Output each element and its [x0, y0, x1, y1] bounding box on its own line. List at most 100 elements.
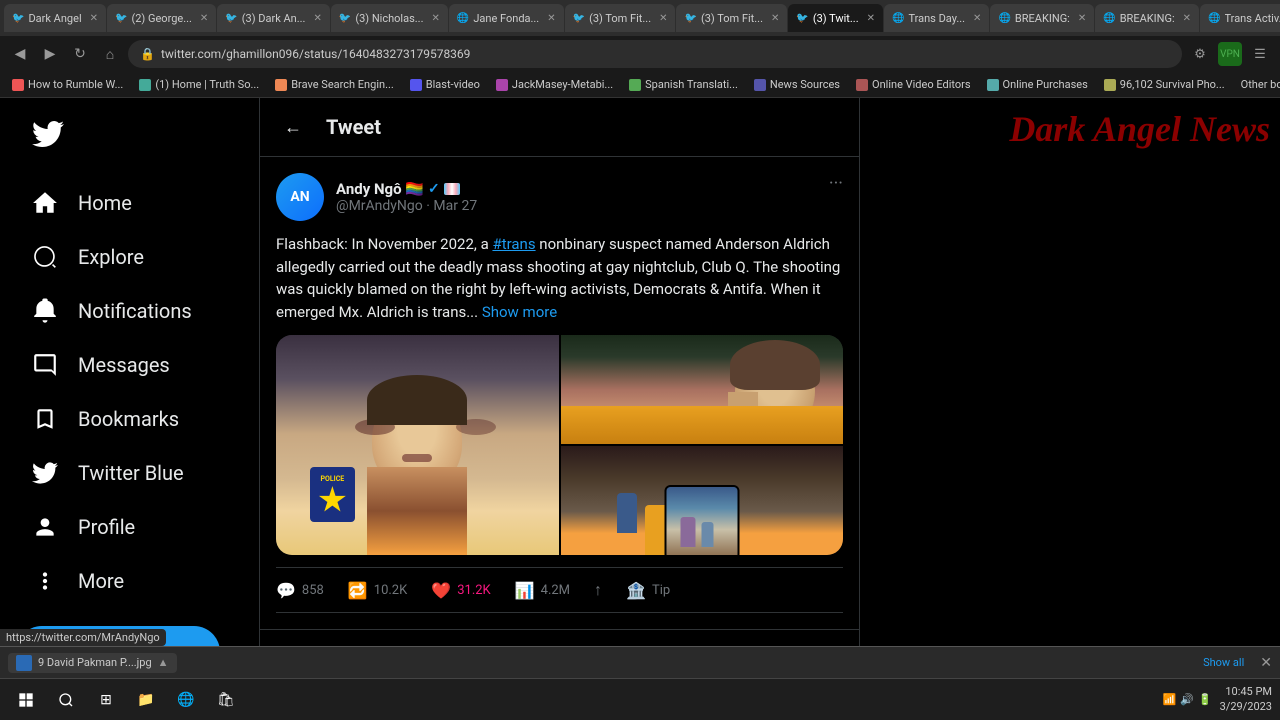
bookmark-purchases[interactable]: Online Purchases — [983, 76, 1092, 93]
search-taskbar-button[interactable] — [48, 682, 84, 718]
tip-icon: 🏦 — [626, 581, 646, 600]
bookmark-label: How to Rumble W... — [28, 78, 123, 91]
bookmark-news[interactable]: News Sources — [750, 76, 844, 93]
like-action[interactable]: ❤️ 31.2K — [431, 581, 490, 600]
trans-flag-badge — [444, 183, 460, 195]
menu-btn[interactable]: ☰ — [1248, 42, 1272, 66]
bookmark-label: Blast-video — [426, 78, 480, 91]
sidebar-item-profile[interactable]: Profile — [16, 502, 243, 552]
download-item[interactable]: 9 David Pakman P....jpg ▲ — [8, 653, 177, 673]
author-name: Andy Ngô 🏳️‍🌈 ✓ — [336, 180, 477, 198]
tweet-text: Flashback: In November 2022, a #trans no… — [276, 233, 843, 323]
show-more-link[interactable]: Show more — [482, 303, 557, 321]
tweet-image-left[interactable]: POLICE — [276, 335, 559, 555]
browser-controls: ◀ ▶ ↻ ⌂ 🔒 twitter.com/ghamillon096/statu… — [0, 36, 1280, 72]
main-tweet: AN Andy Ngô 🏳️‍🌈 ✓ @MrAndyNgo · — [260, 157, 859, 630]
tab-tom-fit-1[interactable]: 🐦 (3) Tom Fit... ✕ — [565, 4, 676, 32]
sidebar-item-explore[interactable]: Explore — [16, 232, 243, 282]
clock-time: 10:45 PM — [1220, 685, 1272, 699]
bookmark-brave[interactable]: Brave Search Engin... — [271, 76, 398, 93]
tweet-more-button[interactable]: ··· — [829, 173, 843, 194]
download-bar: 9 David Pakman P....jpg ▲ Show all ✕ — [0, 646, 1280, 678]
file-explorer-button[interactable]: 📁 — [128, 682, 164, 718]
author-info: AN Andy Ngô 🏳️‍🌈 ✓ @MrAndyNgo · — [276, 173, 477, 221]
tab-breaking-1[interactable]: 🌐 BREAKING: ✕ — [990, 4, 1094, 32]
mail-icon — [32, 352, 58, 378]
tab-nicholas[interactable]: 🐦 (3) Nicholas... ✕ — [331, 4, 448, 32]
bookmark-jack[interactable]: JackMasey-Metabi... — [492, 76, 617, 93]
vpn-btn[interactable]: VPN — [1218, 42, 1242, 66]
tweet-image-right-top[interactable] — [561, 335, 844, 444]
bookmark-spanish[interactable]: Spanish Translati... — [625, 76, 742, 93]
author-details: Andy Ngô 🏳️‍🌈 ✓ @MrAndyNgo · Mar 27 — [336, 180, 477, 214]
sidebar-item-notifications[interactable]: Notifications — [16, 286, 243, 336]
tab-george[interactable]: 🐦 (2) George... ✕ — [107, 4, 216, 32]
store-button[interactable]: 🛍 — [208, 682, 244, 718]
browser-taskbar-button[interactable]: 🌐 — [168, 682, 204, 718]
bookmark-other[interactable]: Other bookmarks — [1237, 76, 1280, 93]
bookmark-label: 96,102 Survival Pho... — [1120, 78, 1225, 91]
views-action[interactable]: 📊 4.2M — [515, 581, 570, 600]
tab-dark-an[interactable]: 🐦 (3) Dark An... ✕ — [217, 4, 330, 32]
bookmark-rumble[interactable]: How to Rumble W... — [8, 76, 127, 93]
back-button[interactable]: ← — [276, 110, 310, 144]
extensions-btn[interactable]: ⚙ — [1188, 42, 1212, 66]
comment-action[interactable]: 💬 858 — [276, 581, 324, 600]
tweet-actions: 💬 858 🔁 10.2K ❤️ 31.2K 📊 4.2M — [276, 567, 843, 613]
bookmark-blast[interactable]: Blast-video — [406, 76, 484, 93]
verified-badge: ✓ — [428, 181, 440, 197]
tweet-page-title: Tweet — [326, 115, 381, 139]
address-text: twitter.com/ghamillon096/status/16404832… — [161, 47, 470, 61]
author-handle: @MrAndyNgo · Mar 27 — [336, 198, 477, 214]
retweet-action[interactable]: 🔁 10.2K — [348, 581, 407, 600]
show-all-downloads-button[interactable]: Show all — [1195, 654, 1252, 671]
hashtag-trans[interactable]: #trans — [492, 235, 535, 253]
tab-trans-day[interactable]: 🌐 Trans Day... ✕ — [884, 4, 989, 32]
bookmark-label: Spanish Translati... — [645, 78, 738, 91]
sidebar-item-home[interactable]: Home — [16, 178, 243, 228]
share-action[interactable]: ↑ — [594, 580, 602, 600]
sidebar-item-bookmarks[interactable]: Bookmarks — [16, 394, 243, 444]
person-icon — [32, 514, 58, 540]
views-icon: 📊 — [515, 581, 535, 600]
right-side: Dark Angel News Messages ✏ ▲ — [860, 98, 1280, 720]
tab-breaking-2[interactable]: 🌐 BREAKING: ✕ — [1095, 4, 1199, 32]
forward-nav-button[interactable]: ▶ — [38, 42, 62, 66]
task-view-button[interactable]: ⊞ — [88, 682, 124, 718]
close-download-bar-button[interactable]: ✕ — [1260, 655, 1272, 671]
tweet-image-right-bottom[interactable] — [561, 446, 844, 555]
system-clock[interactable]: 10:45 PM 3/29/2023 — [1220, 685, 1272, 714]
bookmark-survival[interactable]: 96,102 Survival Pho... — [1100, 76, 1229, 93]
bell-icon — [32, 298, 58, 324]
browser-actions: ⚙ VPN ☰ — [1188, 42, 1272, 66]
volume-icon: 🔊 — [1180, 693, 1194, 706]
tab-trans-activ[interactable]: 🌐 Trans Activ... ✕ — [1200, 4, 1280, 32]
sidebar-item-more[interactable]: More — [16, 556, 243, 606]
sidebar-item-twitter-blue-label: Twitter Blue — [78, 461, 184, 485]
sidebar-item-messages[interactable]: Messages — [16, 340, 243, 390]
tab-jane-fonda[interactable]: 🌐 Jane Fonda... ✕ — [449, 4, 564, 32]
bookmark-label: Online Video Editors — [872, 78, 971, 91]
reload-button[interactable]: ↻ — [68, 42, 92, 66]
tab-bar: 🐦 Dark Angel ✕ 🐦 (2) George... ✕ 🐦 (3) D… — [0, 0, 1280, 36]
address-bar[interactable]: 🔒 twitter.com/ghamillon096/status/164048… — [128, 40, 1182, 68]
start-button[interactable] — [8, 682, 44, 718]
bookmarks-bar: How to Rumble W... (1) Home | Truth So..… — [0, 72, 1280, 98]
download-filename: 9 David Pakman P....jpg — [38, 656, 152, 669]
bookmark-truth[interactable]: (1) Home | Truth So... — [135, 76, 263, 93]
bookmark-video[interactable]: Online Video Editors — [852, 76, 975, 93]
tab-tom-fit-2[interactable]: 🐦 (3) Tom Fit... ✕ — [676, 4, 787, 32]
sidebar-item-more-label: More — [78, 569, 124, 593]
twitter-logo[interactable] — [16, 106, 243, 166]
bookmark-label: Brave Search Engin... — [291, 78, 394, 91]
tweet-detail-header: ← Tweet — [260, 98, 859, 157]
taskbar: ⊞ 📁 🌐 🛍 📶 🔊 🔋 10:45 PM 3/29/2023 — [0, 678, 1280, 720]
tip-action[interactable]: 🏦 Tip — [626, 581, 670, 600]
home-nav-button[interactable]: ⌂ — [98, 42, 122, 66]
like-count: 31.2K — [457, 583, 491, 598]
sidebar-item-twitter-blue[interactable]: Twitter Blue — [16, 448, 243, 498]
tab-twit-active[interactable]: 🐦 (3) Twit... ✕ — [788, 4, 883, 32]
tab-dark-angel[interactable]: 🐦 Dark Angel ✕ — [4, 4, 106, 32]
back-nav-button[interactable]: ◀ — [8, 42, 32, 66]
sidebar-item-notifications-label: Notifications — [78, 299, 192, 323]
